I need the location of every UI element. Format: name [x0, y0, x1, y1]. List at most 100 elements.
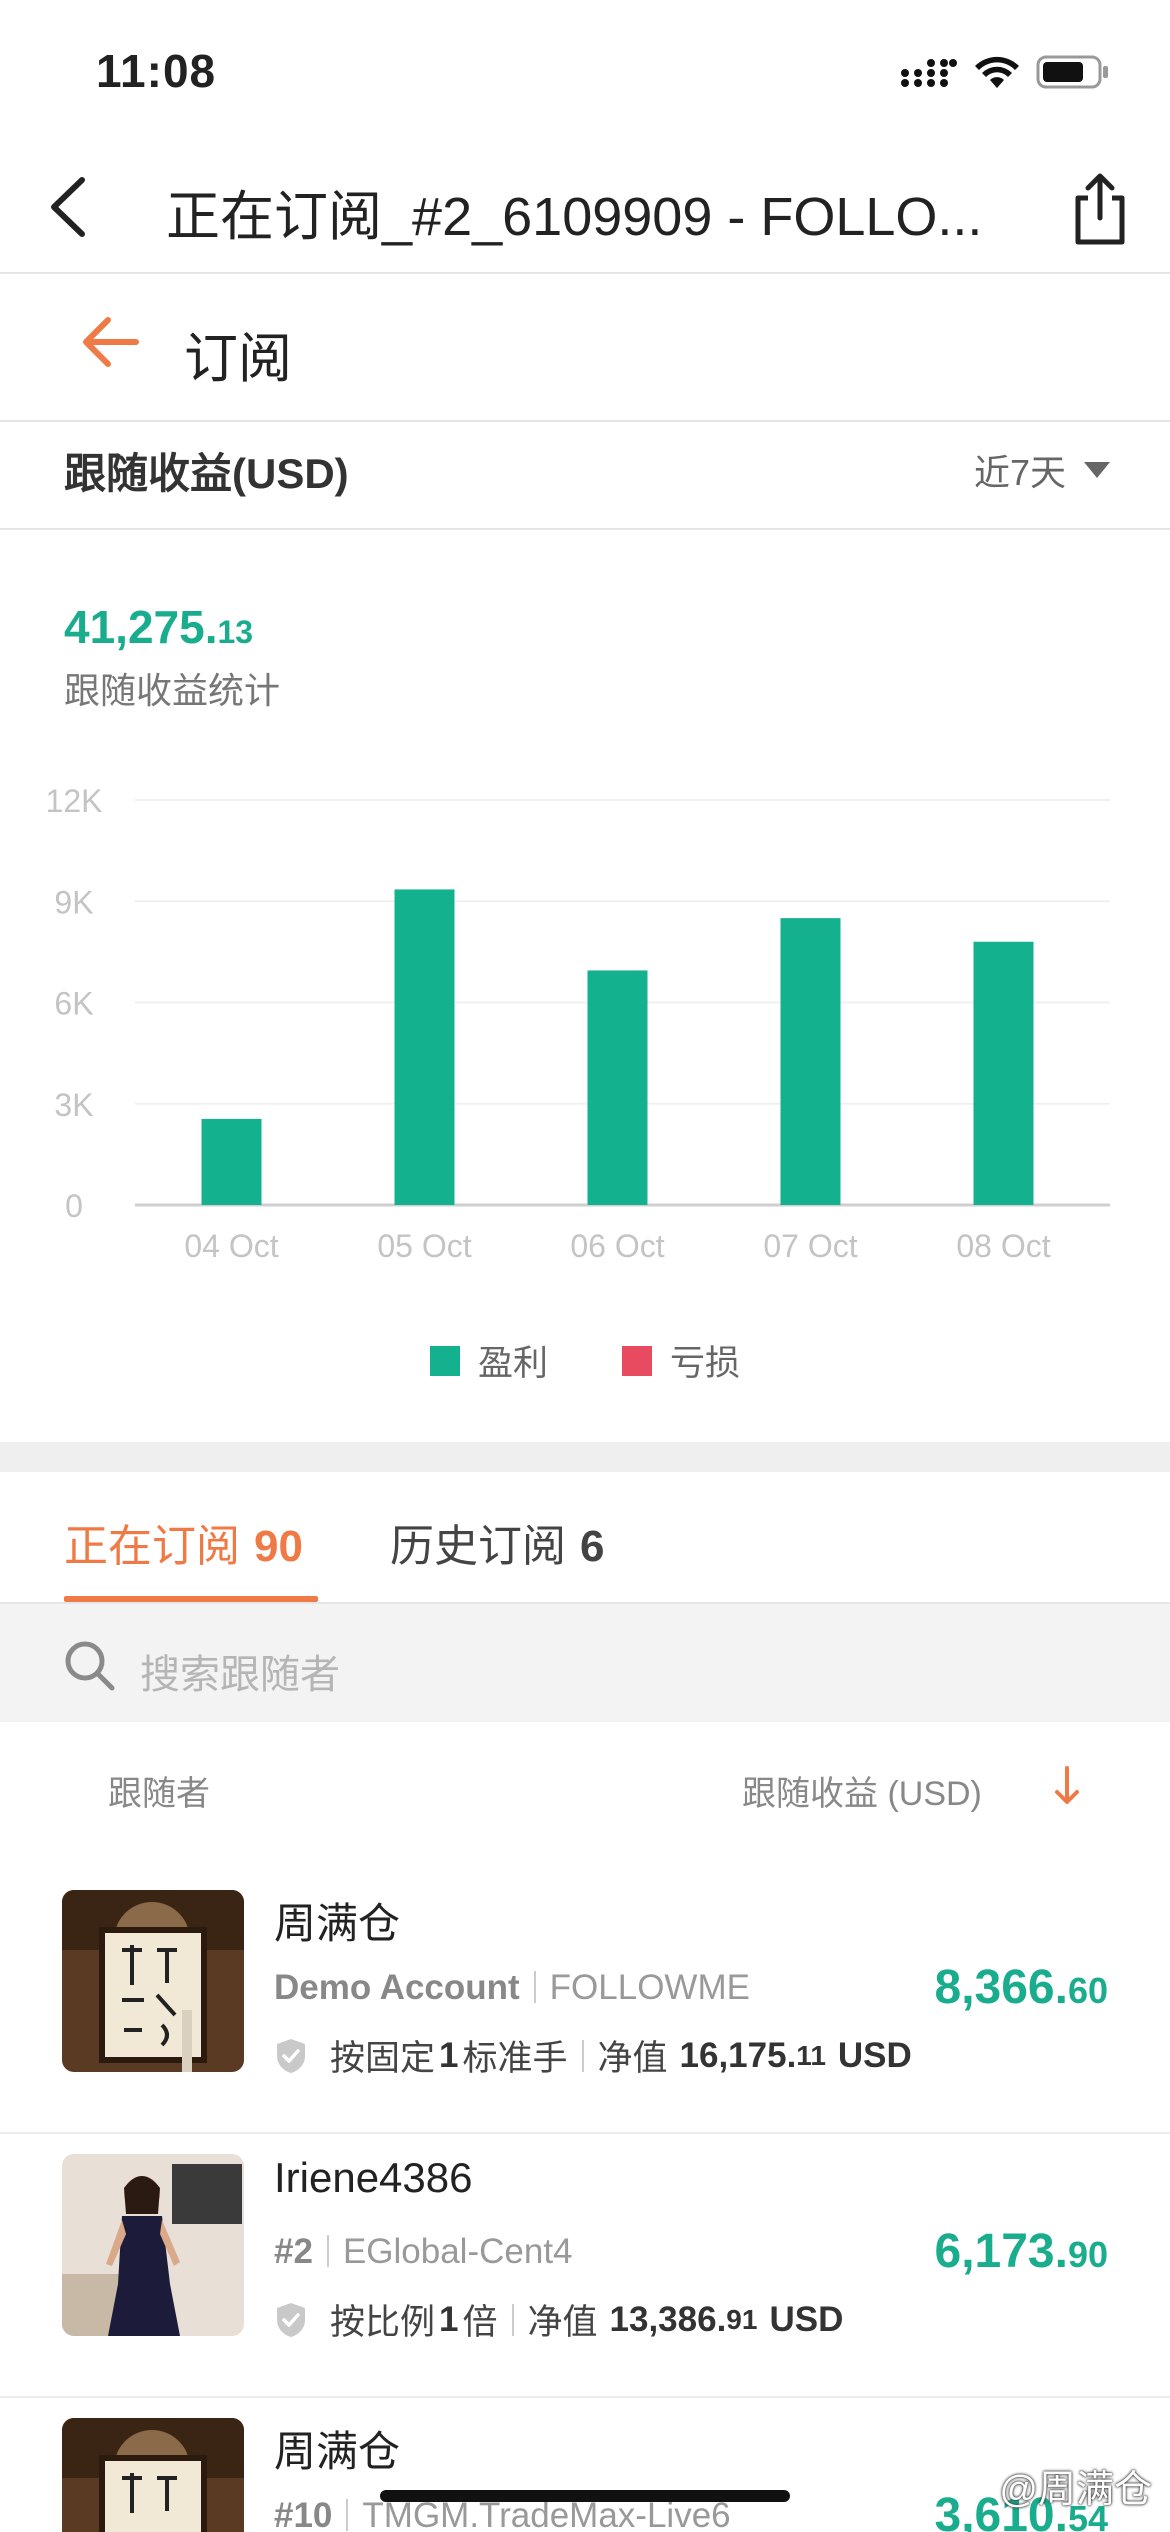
tab-count: 6: [580, 1522, 605, 1571]
sort-down-arrow-icon[interactable]: [1052, 1764, 1082, 1808]
back-arrow-icon[interactable]: [78, 312, 142, 372]
x-tick-label: 06 Oct: [570, 1228, 664, 1264]
equity-unit: USD: [769, 2299, 844, 2339]
x-tick-label: 08 Oct: [956, 1228, 1050, 1264]
legend-label-profit: 盈利: [477, 1344, 548, 1383]
equity-unit: USD: [837, 2035, 912, 2075]
section-separator: [0, 1442, 1170, 1472]
x-tick-label: 04 Oct: [184, 1228, 278, 1264]
follower-profit-decimal: 90: [1067, 2234, 1108, 2275]
legend-item-profit: 盈利: [429, 1335, 548, 1386]
earnings-bar-chart: 0 3K 6K 9K 12K 04 Oct 05 Oct 06 Oct 07 Oct 08 Oct: [46, 783, 1110, 1264]
total-earnings-main: 41,275.: [64, 601, 218, 653]
wifi-icon: [975, 56, 1019, 88]
follower-account: Demo Account FOLLOWME: [274, 1968, 750, 2008]
y-tick-label: 6K: [54, 986, 93, 1022]
total-earnings-decimal: 13: [217, 614, 254, 650]
status-time: 11:08: [96, 45, 217, 97]
avatar: [62, 2418, 244, 2532]
range-selector[interactable]: 近7天: [974, 444, 1110, 496]
equity-decimal: 91: [726, 2303, 758, 2335]
equity-label: 净值: [597, 2039, 668, 2078]
caret-down-icon: [1084, 462, 1110, 478]
bar-profit: [587, 970, 648, 1205]
equity-decimal: 11: [796, 2039, 826, 2071]
follower-meta: 按比例 1 倍净值 13,386. 91 USD: [274, 2294, 843, 2345]
shield-check-icon: [277, 2302, 305, 2337]
legend-label-loss: 亏损: [670, 1344, 741, 1383]
follower-meta: 按固定 1 标准手 净值 16,175. 11 USD: [274, 2030, 912, 2081]
follower-name: 周满仓: [274, 2428, 401, 2475]
calligraphy-avatar-image: [62, 1890, 244, 2072]
separator: [511, 2303, 514, 2336]
home-indicator[interactable]: [380, 2490, 790, 2502]
separator: [346, 2499, 349, 2531]
tab-label: 历史订阅: [390, 1522, 566, 1571]
tab-history-subscriptions[interactable]: 历史订阅 6: [390, 1510, 604, 1574]
avatar: [62, 2154, 244, 2336]
back-chevron-icon[interactable]: [44, 172, 94, 242]
watermark: @周满仓: [999, 2469, 1152, 2511]
y-tick-label: 12K: [46, 783, 103, 819]
equity-main: 13,386.: [609, 2299, 727, 2339]
broker-name: EGlobal-Cent4: [342, 2232, 573, 2271]
copy-mode-prefix: 按比例: [330, 2303, 436, 2342]
bar-profit: [201, 1118, 262, 1205]
total-earnings-label: 跟随收益统计: [64, 670, 281, 711]
legend-swatch-profit: [429, 1345, 460, 1376]
separator: [581, 2039, 584, 2072]
follower-profit-main: 8,366.: [934, 1961, 1068, 2014]
x-tick-label: 07 Oct: [763, 1228, 857, 1264]
total-earnings: 41,275.13: [64, 600, 253, 654]
separator: [326, 2235, 329, 2267]
nav-divider: [0, 272, 1170, 274]
share-icon[interactable]: [1070, 170, 1130, 246]
list-item[interactable]: 周满仓 #10 TMGM.TradeMax-Live6 3,610.54: [0, 2418, 1170, 2532]
nav-title: 正在订阅_#2_6109909 - FOLLO...: [166, 187, 983, 247]
row-divider: [0, 2396, 1170, 2398]
y-tick-label: 0: [65, 1188, 83, 1224]
account-name: #10: [274, 2496, 333, 2532]
follower-name: 周满仓: [274, 1900, 401, 1947]
person-avatar-image: [62, 2154, 244, 2336]
copy-mode-value: 1: [439, 2299, 459, 2339]
follower-profit-decimal: 60: [1067, 1970, 1108, 2011]
list-item[interactable]: 周满仓 Demo Account FOLLOWME 8,366.60 按固定 1 标准…: [0, 1890, 1170, 2154]
signal-icon: [901, 59, 957, 87]
legend-item-loss: 亏损: [622, 1335, 740, 1386]
chart-legend: 盈利 亏损: [0, 1335, 1170, 1386]
bar-profit: [780, 918, 841, 1205]
account-name: #2: [274, 2232, 313, 2271]
avatar: [62, 1890, 244, 2072]
tab-current-subscriptions[interactable]: 正在订阅 90: [64, 1510, 303, 1574]
follower-profit: 6,173.90: [935, 2224, 1109, 2279]
tab-label: 正在订阅: [64, 1522, 240, 1571]
equity-main: 16,175.: [679, 2035, 797, 2075]
list-item[interactable]: Iriene4386 #2 EGlobal-Cent4 6,173.90 按比例 1…: [0, 2154, 1170, 2418]
row-divider: [0, 2132, 1170, 2134]
column-header-follower: 跟随者: [108, 1775, 210, 1813]
follower-name: Iriene4386: [274, 2154, 473, 2201]
legend-swatch-loss: [622, 1345, 652, 1376]
tab-count: 90: [254, 1522, 303, 1571]
earnings-divider: [0, 528, 1170, 530]
copy-mode-suffix: 标准手: [462, 2039, 568, 2078]
y-tick-label: 9K: [54, 884, 93, 920]
battery-icon: [1036, 55, 1108, 89]
follower-account: #2 EGlobal-Cent4: [274, 2232, 573, 2272]
separator: [533, 1971, 536, 2003]
bar-profit: [973, 941, 1034, 1205]
status-icons: [900, 52, 1110, 92]
search-icon: [65, 1641, 115, 1691]
x-tick-label: 05 Oct: [377, 1228, 471, 1264]
equity-label: 净值: [527, 2303, 598, 2342]
copy-mode-prefix: 按固定: [330, 2039, 436, 2078]
copy-mode-suffix: 倍: [462, 2303, 498, 2342]
page-title: 订阅: [184, 329, 292, 389]
calligraphy-avatar-image: [62, 2418, 244, 2532]
search-input[interactable]: 搜索跟随者: [140, 1642, 340, 1700]
range-label: 近7天: [973, 452, 1066, 493]
column-header-earnings[interactable]: 跟随收益 (USD): [742, 1766, 982, 1815]
shield-check-icon: [277, 2038, 305, 2073]
account-name: Demo Account: [274, 1968, 520, 2007]
